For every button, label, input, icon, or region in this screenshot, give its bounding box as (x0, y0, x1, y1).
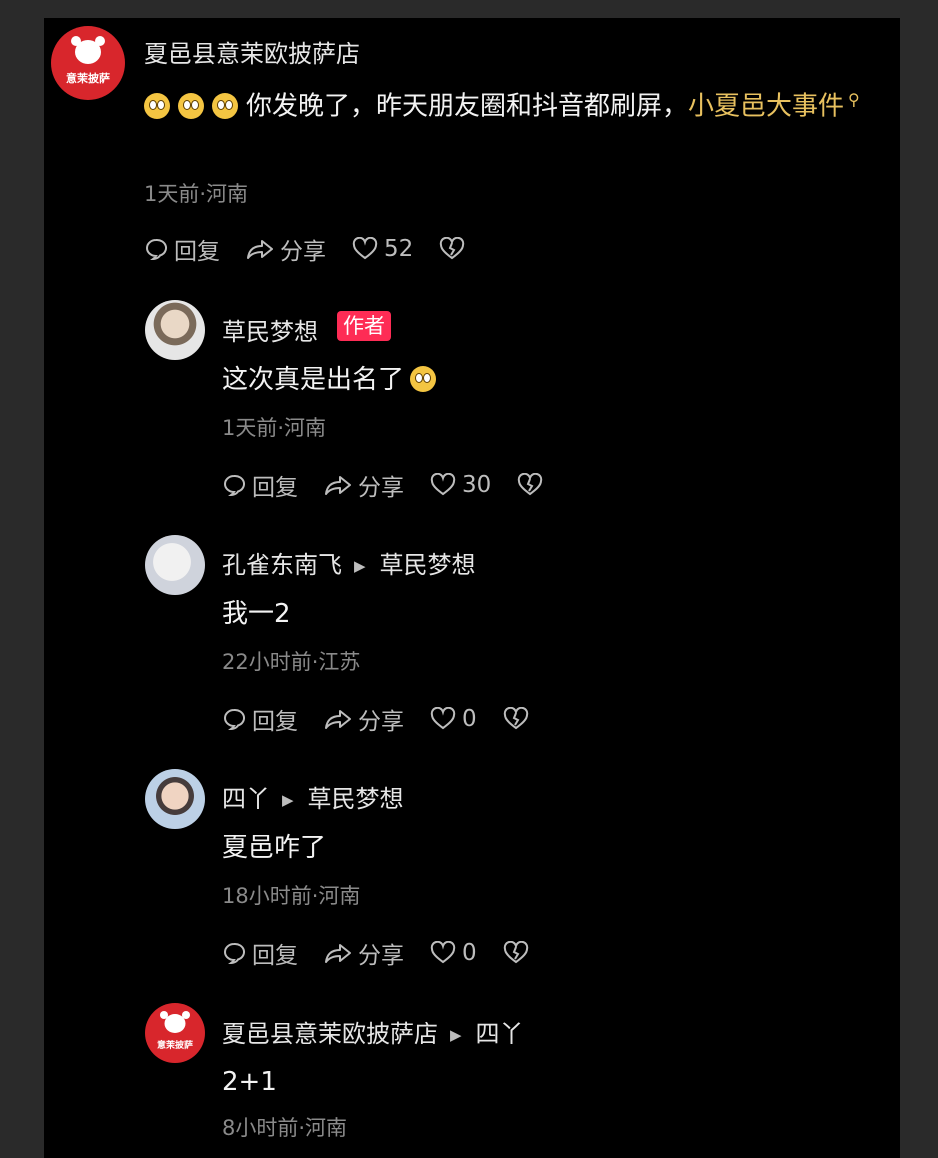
author-name[interactable]: 夏邑县意茉欧披萨店 (144, 34, 360, 69)
comment-bubble-icon (224, 942, 245, 965)
comment-meta: 1天前·河南 (144, 182, 249, 206)
dislike-button[interactable] (503, 707, 535, 731)
reply-button[interactable]: 回复 (222, 936, 298, 970)
reply-arrow-icon: ▶ (282, 791, 294, 809)
comment-meta: 18小时前·河南 (222, 884, 361, 908)
broken-heart-icon (503, 707, 528, 730)
heart-icon (352, 237, 378, 260)
share-button[interactable]: 分享 (324, 468, 404, 502)
like-button[interactable]: 52 (352, 236, 413, 262)
comment-bubble-icon (224, 708, 245, 731)
comment-text: 2+1 (222, 1067, 277, 1097)
author-name: 孔雀东南飞 ▶ 草民梦想 (222, 551, 476, 579)
broken-heart-icon (518, 473, 543, 496)
avatar[interactable] (145, 769, 205, 829)
author-name: 四丫 ▶ 草民梦想 (222, 785, 404, 813)
comment-bubble-icon (146, 238, 167, 261)
astonished-emoji-icon (144, 92, 170, 119)
share-button[interactable]: 分享 (324, 702, 404, 736)
broken-heart-icon (440, 237, 465, 260)
comment-actions: 回复 分享 52 (144, 232, 497, 266)
author-badge: 作者 (337, 311, 391, 341)
author-name: 夏邑县意茉欧披萨店 ▶ 四丫 (222, 1020, 524, 1048)
avatar[interactable] (145, 535, 205, 595)
share-button[interactable]: 分享 (246, 232, 326, 266)
comment-meta: 1天前·河南 (222, 416, 327, 440)
comment-meta: 22小时前·江苏 (222, 650, 361, 674)
laughing-emoji-icon (410, 366, 437, 392)
heart-icon (430, 941, 456, 964)
comment-actions: 回复 分享 0 (222, 936, 561, 970)
reply-button[interactable]: 回复 (222, 468, 298, 502)
share-arrow-icon (247, 240, 273, 259)
dislike-button[interactable] (517, 473, 549, 497)
broken-heart-icon (503, 941, 528, 964)
heart-icon (430, 473, 456, 496)
comment-text: 我一2 (222, 599, 291, 629)
reply-arrow-icon: ▶ (450, 1026, 462, 1044)
avatar[interactable]: 意茉披萨 (145, 1003, 205, 1063)
like-button[interactable]: 0 (430, 940, 477, 966)
avatar[interactable]: 意茉披萨 (51, 26, 125, 100)
comment-text: 你发晚了，昨天朋友圈和抖音都刷屏，小夏邑大事件 ⚲ (144, 78, 884, 129)
astonished-emoji-icon (212, 92, 238, 119)
like-button[interactable]: 0 (430, 706, 477, 732)
share-arrow-icon (325, 944, 351, 963)
comment-meta: 8小时前·河南 (222, 1116, 348, 1140)
comment-bubble-icon (224, 474, 245, 497)
dislike-button[interactable] (503, 941, 535, 965)
comment-text: 夏邑咋了 (222, 833, 327, 863)
comment-actions: 回复 分享 30 (222, 468, 575, 502)
search-icon: ⚲ (848, 90, 860, 109)
comment-actions: 回复 分享 0 (222, 702, 561, 736)
share-button[interactable]: 分享 (324, 936, 404, 970)
reply-arrow-icon: ▶ (354, 557, 366, 575)
share-arrow-icon (325, 710, 351, 729)
astonished-emoji-icon (178, 92, 204, 119)
comment-panel: 意茉披萨 夏邑县意茉欧披萨店 你发晚了，昨天朋友圈和抖音都刷屏，小夏邑大事件 ⚲ … (44, 18, 900, 1158)
avatar[interactable] (145, 300, 205, 360)
dislike-button[interactable] (439, 237, 471, 261)
heart-icon (430, 707, 456, 730)
like-button[interactable]: 30 (430, 472, 491, 498)
reply-button[interactable]: 回复 (144, 232, 220, 266)
comment-text: 这次真是出名了 (222, 358, 444, 402)
author-name[interactable]: 草民梦想 (222, 312, 318, 347)
topic-link[interactable]: 小夏邑大事件 (688, 92, 844, 122)
reply-button[interactable]: 回复 (222, 702, 298, 736)
share-arrow-icon (325, 476, 351, 495)
